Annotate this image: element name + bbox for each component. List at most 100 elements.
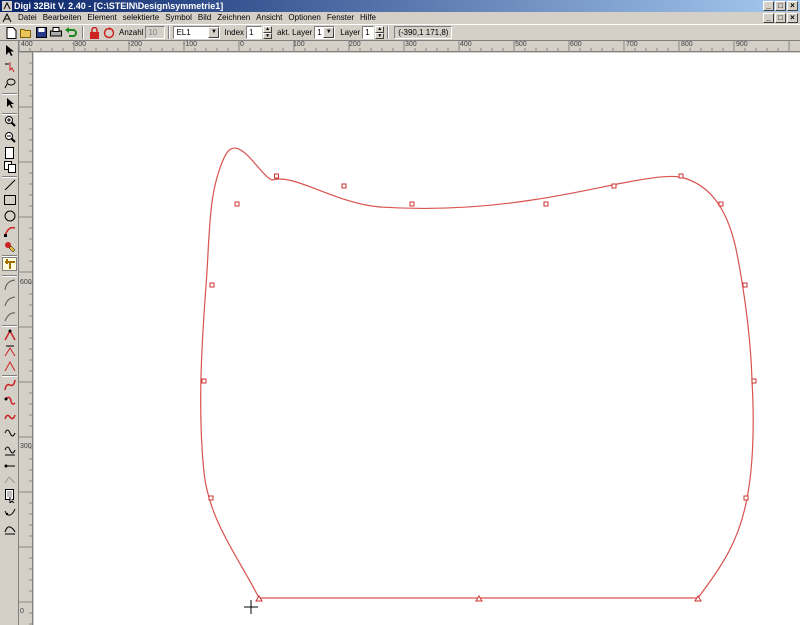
maximize-button[interactable]: □ — [775, 1, 786, 11]
spiral-b-tool[interactable] — [2, 394, 17, 408]
measure-tool[interactable] — [2, 257, 17, 271]
copy-page-tool[interactable] — [2, 160, 17, 174]
wave-b-tool[interactable] — [2, 443, 17, 457]
circle-tool[interactable] — [2, 209, 17, 223]
ruler-label: 100 — [293, 41, 305, 48]
new-file-button[interactable] — [4, 26, 18, 40]
spiral-a-icon — [3, 379, 16, 391]
menu-optionen[interactable]: Optionen — [285, 12, 323, 24]
menu-bearbeiten[interactable]: Bearbeiten — [40, 12, 85, 24]
spiral-c-icon — [3, 414, 16, 420]
wave-a-tool[interactable] — [2, 426, 17, 440]
ruler-label: 400 — [460, 41, 472, 48]
document-tool[interactable] — [2, 489, 17, 503]
dot-line-tool[interactable] — [2, 459, 17, 473]
curve-node[interactable] — [742, 282, 748, 288]
curve-node[interactable] — [678, 173, 684, 179]
anzahl-input[interactable]: 10 — [145, 26, 166, 39]
pointer-tool[interactable] — [2, 96, 17, 110]
menu-bild[interactable]: Bild — [195, 12, 214, 24]
chevron-down-icon[interactable]: ▼ — [323, 27, 335, 38]
undo-icon — [65, 27, 77, 37]
stepper-down-icon[interactable]: ▼ — [263, 32, 273, 39]
doc-close-button[interactable]: × — [787, 13, 798, 23]
undo-button[interactable] — [64, 26, 78, 40]
curve-a-tool[interactable] — [2, 294, 17, 308]
bezier-node-tool[interactable] — [2, 224, 17, 238]
arc-tool[interactable] — [2, 278, 17, 292]
triangle-c-icon — [4, 360, 15, 372]
close-button[interactable]: × — [787, 1, 798, 11]
page-tool[interactable] — [2, 146, 17, 160]
curve-node[interactable] — [543, 201, 549, 207]
select-arrow-tool[interactable] — [2, 44, 17, 58]
app-icon — [2, 1, 12, 11]
chevron-down-icon[interactable]: ▼ — [208, 27, 220, 38]
ruler-label: 200 — [349, 41, 361, 48]
stepper-down-icon[interactable]: ▼ — [375, 32, 385, 39]
curve-node[interactable] — [751, 378, 757, 384]
triangle-b-icon — [4, 345, 15, 357]
element-select[interactable]: EL1 ▼ — [173, 26, 221, 39]
print-button[interactable] — [49, 26, 63, 40]
drawing-canvas[interactable] — [34, 53, 800, 625]
menu-selektierte[interactable]: selektierte — [120, 12, 162, 24]
doc-restore-button[interactable]: □ — [775, 13, 786, 23]
curve-b-tool[interactable] — [2, 309, 17, 323]
title-bar[interactable]: Digi 32Bit V. 2.40 - [C:\STEIN\Design\sy… — [0, 0, 800, 12]
curve-node[interactable] — [718, 201, 724, 207]
layer-input[interactable]: 1 — [362, 26, 375, 39]
menu-fenster[interactable]: Fenster — [324, 12, 357, 24]
menu-zeichnen[interactable]: Zeichnen — [214, 12, 253, 24]
akt-layer-select[interactable]: 1 ▼ — [314, 26, 336, 39]
symmetric-shape-outline[interactable] — [200, 147, 754, 599]
toolbar-separator — [387, 26, 390, 39]
menu-ansicht[interactable]: Ansicht — [253, 12, 285, 24]
curve-node[interactable] — [209, 282, 215, 288]
document-icon[interactable] — [2, 13, 12, 23]
star-line-tool[interactable] — [2, 473, 17, 487]
menu-datei[interactable]: Datei — [15, 12, 40, 24]
toolbar-separator — [168, 26, 171, 39]
curve-node[interactable] — [201, 378, 207, 384]
zoom-in-tool[interactable] — [2, 114, 17, 128]
rotate-button[interactable] — [102, 26, 116, 40]
lock-button[interactable] — [87, 26, 101, 40]
hook-b-tool[interactable] — [2, 522, 17, 536]
curve-a-icon — [4, 296, 15, 307]
triangle-a-icon — [3, 329, 16, 341]
curve-node[interactable] — [611, 183, 617, 189]
ruler-top[interactable]: 400 -300 -200 -100 0 100 200 300 400 500… — [19, 41, 800, 52]
doc-minimize-button[interactable]: _ — [763, 13, 774, 23]
open-file-button[interactable] — [19, 26, 33, 40]
curve-node[interactable] — [274, 173, 279, 179]
curve-node[interactable] — [341, 183, 347, 189]
curve-node[interactable] — [208, 495, 214, 501]
app-window: Digi 32Bit V. 2.40 - [C:\STEIN\Design\sy… — [0, 0, 800, 625]
minimize-button[interactable]: _ — [763, 1, 774, 11]
triangle-c-tool[interactable] — [2, 359, 17, 373]
spiral-a-tool[interactable] — [2, 378, 17, 392]
triangle-b-tool[interactable] — [2, 344, 17, 358]
hook-b-icon — [4, 526, 15, 535]
spiral-c-tool[interactable] — [2, 410, 17, 424]
index-input[interactable]: 1 — [246, 26, 263, 39]
node-select-tool[interactable] — [2, 60, 17, 74]
curve-node[interactable] — [409, 201, 415, 207]
index-stepper[interactable]: ▲ ▼ — [263, 26, 273, 39]
menu-symbol[interactable]: Symbol — [162, 12, 195, 24]
zoom-out-tool[interactable] — [2, 130, 17, 144]
layer-stepper[interactable]: ▲ ▼ — [375, 26, 385, 39]
lasso-tool[interactable] — [2, 76, 17, 90]
menu-element[interactable]: Element — [84, 12, 119, 24]
rectangle-tool[interactable] — [2, 193, 17, 207]
triangle-a-tool[interactable] — [2, 328, 17, 342]
ruler-left[interactable]: 600 300 0 — [19, 52, 33, 625]
curve-node[interactable] — [234, 201, 240, 207]
color-fill-tool[interactable] — [2, 240, 17, 254]
hook-a-tool[interactable] — [2, 506, 17, 520]
save-button[interactable] — [34, 26, 48, 40]
curve-node[interactable] — [743, 495, 749, 501]
line-tool[interactable] — [2, 178, 17, 192]
menu-hilfe[interactable]: Hilfe — [357, 12, 379, 24]
